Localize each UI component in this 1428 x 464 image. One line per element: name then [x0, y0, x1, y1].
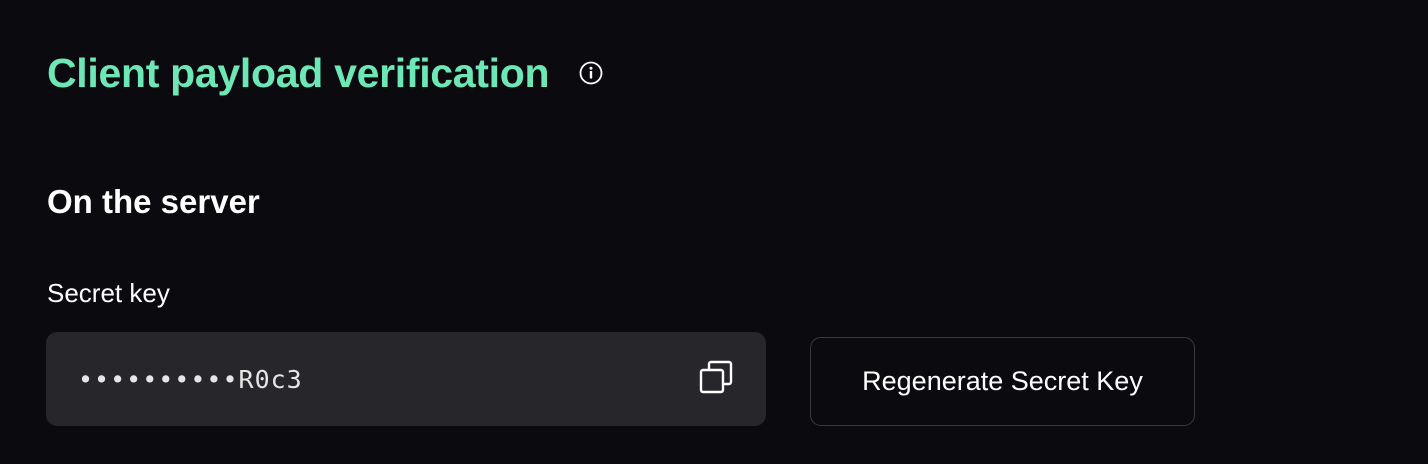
section-heading-server: On the server	[47, 183, 260, 220]
page-title: Client payload verification	[47, 50, 550, 96]
secret-key-field[interactable]: ••••••••••R0c3	[46, 332, 766, 426]
info-icon[interactable]	[579, 61, 603, 85]
client-payload-verification-panel: Client payload verification On the serve…	[0, 0, 1428, 464]
title-row: Client payload verification	[47, 48, 603, 98]
copy-icon[interactable]	[698, 359, 734, 395]
secret-key-label: Secret key	[47, 278, 170, 308]
regenerate-secret-key-button[interactable]: Regenerate Secret Key	[810, 337, 1195, 426]
secret-key-value: ••••••••••R0c3	[78, 364, 303, 394]
